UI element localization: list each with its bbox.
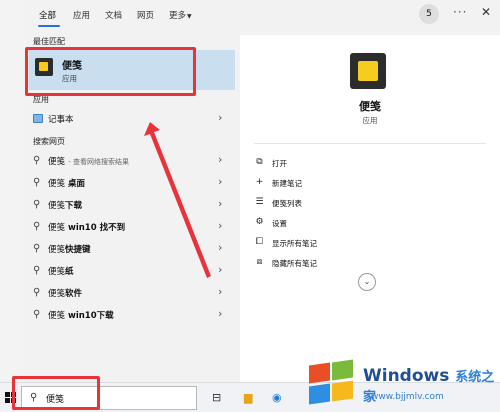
annotation-box-best-match: [25, 47, 196, 96]
watermark: Windows 系统之家 www.bjjmlv.com: [305, 354, 500, 412]
annotation-arrow: [144, 122, 211, 278]
windows-logo-watermark: [307, 359, 357, 405]
annotation-box-search: [12, 376, 100, 410]
watermark-title-en: Windows: [363, 366, 450, 386]
watermark-url: www.bjjmlv.com: [371, 392, 444, 402]
